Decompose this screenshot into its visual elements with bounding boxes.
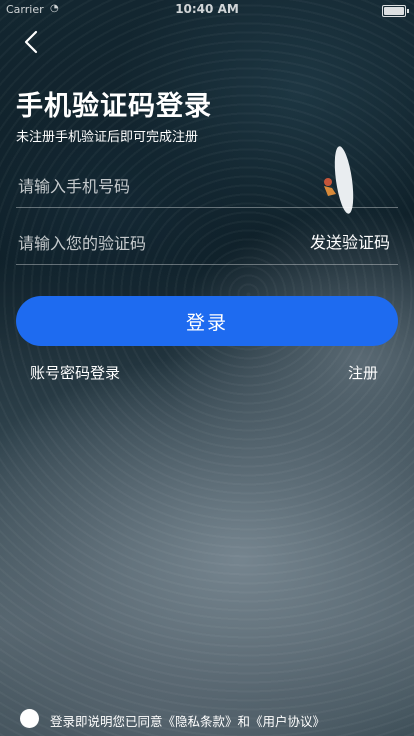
phone-input[interactable] <box>16 167 280 205</box>
status-bar: Carrier ◔ 10:40 AM <box>0 0 414 20</box>
back-button[interactable] <box>18 28 48 58</box>
battery-icon <box>382 5 409 17</box>
code-field: 发送验证码 <box>16 220 398 265</box>
phone-field <box>16 163 398 208</box>
verification-code-input[interactable] <box>16 224 280 262</box>
agreement-and: 和 <box>237 714 251 729</box>
send-code-button[interactable]: 发送验证码 <box>310 229 390 253</box>
agreement-row: 登录即说明您已同意《隐私条款》和《用户协议》 <box>20 708 400 730</box>
register-link[interactable]: 注册 <box>348 362 378 383</box>
agreement-radio-icon[interactable] <box>20 709 39 728</box>
login-button[interactable]: 登录 <box>16 296 398 346</box>
page-subtitle: 未注册手机验证后即可完成注册 <box>16 130 199 145</box>
chevron-left-icon <box>24 30 38 54</box>
agreement-text: 登录即说明您已同意《隐私条款》和《用户协议》 <box>50 711 325 730</box>
agreement-prefix: 登录即说明您已同意 <box>50 714 163 729</box>
user-agreement-link[interactable]: 《用户协议》 <box>250 714 325 729</box>
password-login-link[interactable]: 账号密码登录 <box>30 362 120 383</box>
privacy-terms-link[interactable]: 《隐私条款》 <box>163 714 238 729</box>
status-time: 10:40 AM <box>175 2 239 16</box>
page-title: 手机验证码登录 <box>16 91 212 122</box>
